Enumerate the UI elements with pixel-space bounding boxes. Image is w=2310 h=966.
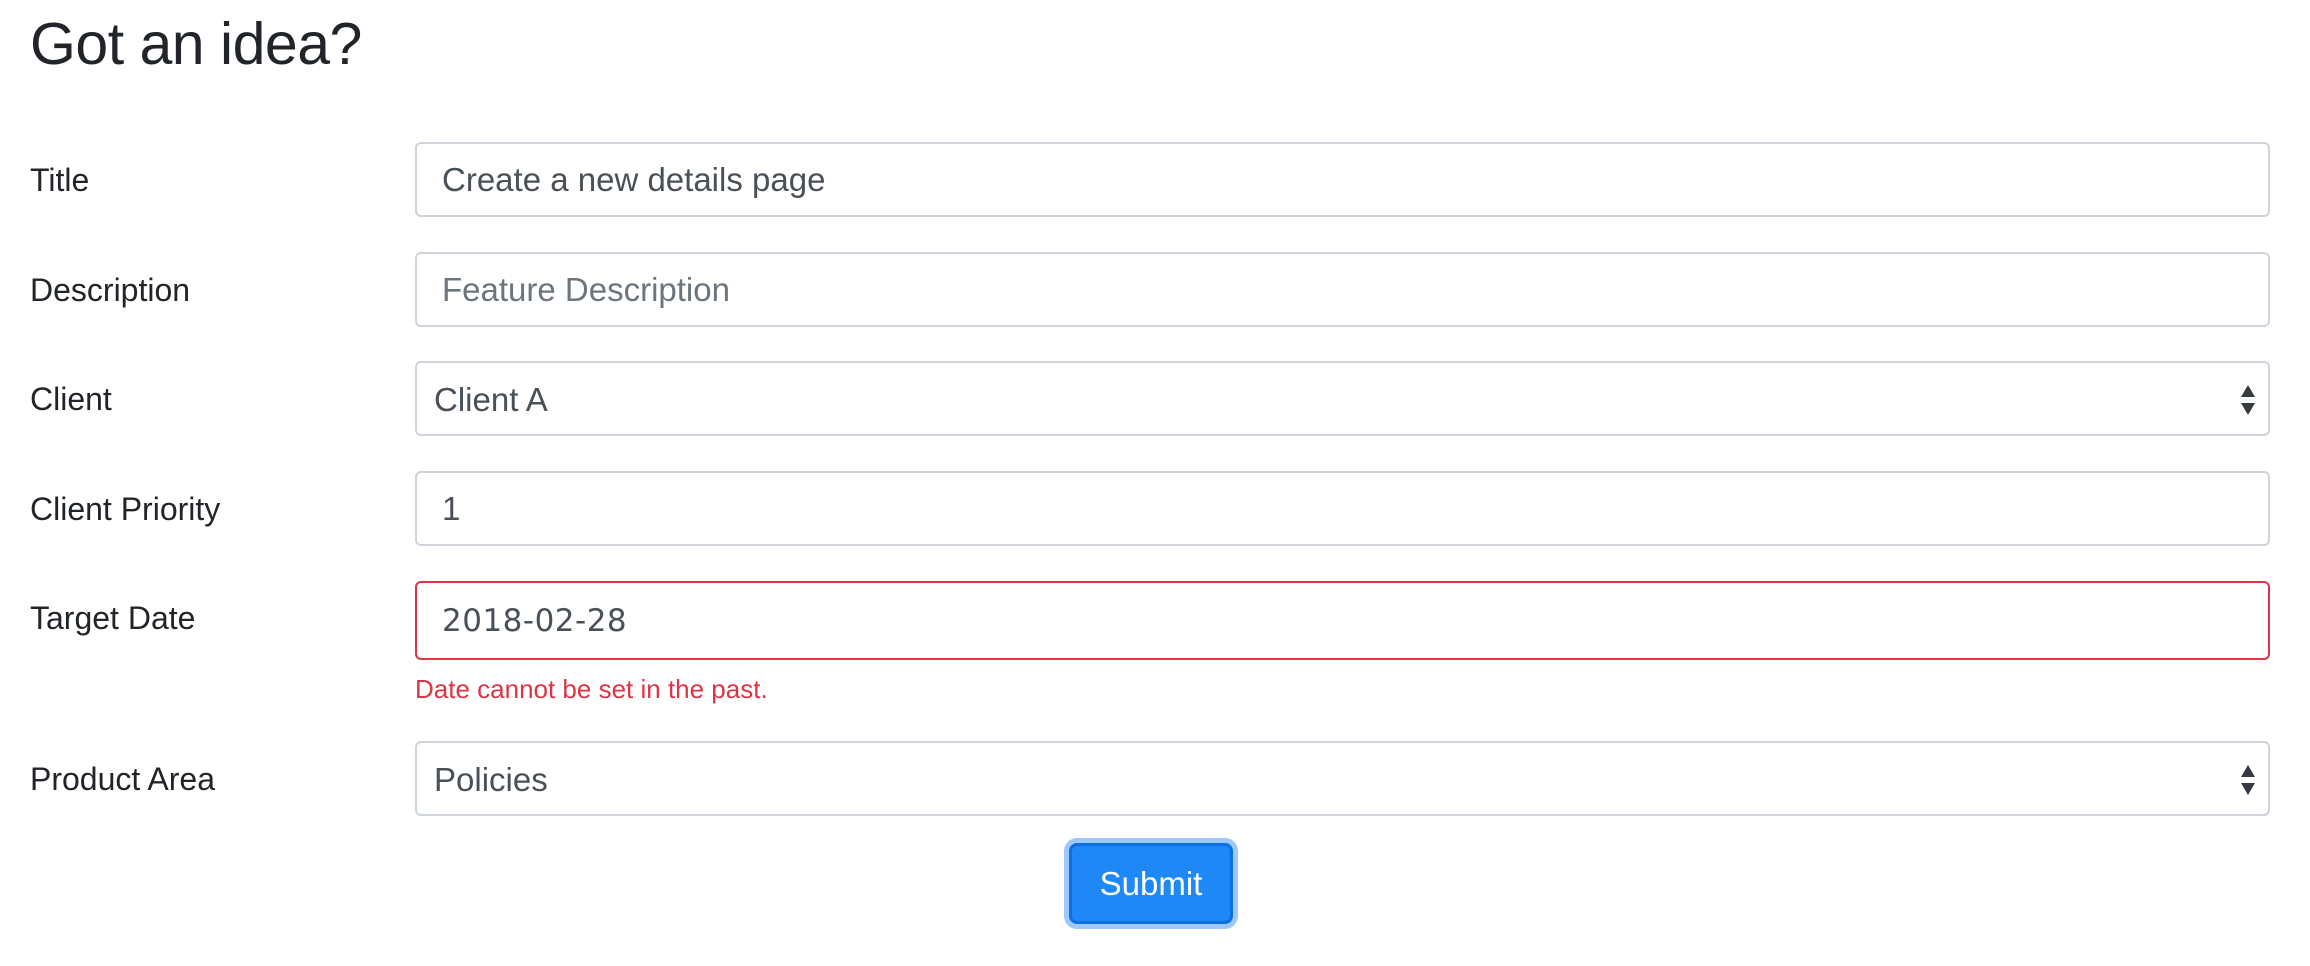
client-select[interactable]: Client A [415, 361, 2270, 436]
client-priority-input[interactable] [415, 471, 2270, 546]
client-priority-label: Client Priority [30, 491, 221, 527]
target-date-error: Date cannot be set in the past. [415, 674, 768, 704]
description-label: Description [30, 272, 191, 308]
client-select-value: Client A [434, 381, 548, 418]
submit-button[interactable]: Submit [1069, 843, 1233, 924]
target-date-label: Target Date [30, 600, 196, 636]
select-arrows-icon [2241, 385, 2255, 415]
select-arrows-icon [2241, 765, 2255, 795]
target-date-input[interactable] [415, 581, 2270, 660]
description-input[interactable] [415, 252, 2270, 327]
product-area-select-value: Policies [434, 761, 548, 798]
title-label: Title [30, 162, 90, 198]
product-area-select[interactable]: Policies [415, 741, 2270, 816]
client-label: Client [30, 381, 112, 417]
product-area-label: Product Area [30, 761, 215, 797]
page-title: Got an idea? [30, 11, 362, 77]
title-input[interactable] [415, 142, 2270, 217]
